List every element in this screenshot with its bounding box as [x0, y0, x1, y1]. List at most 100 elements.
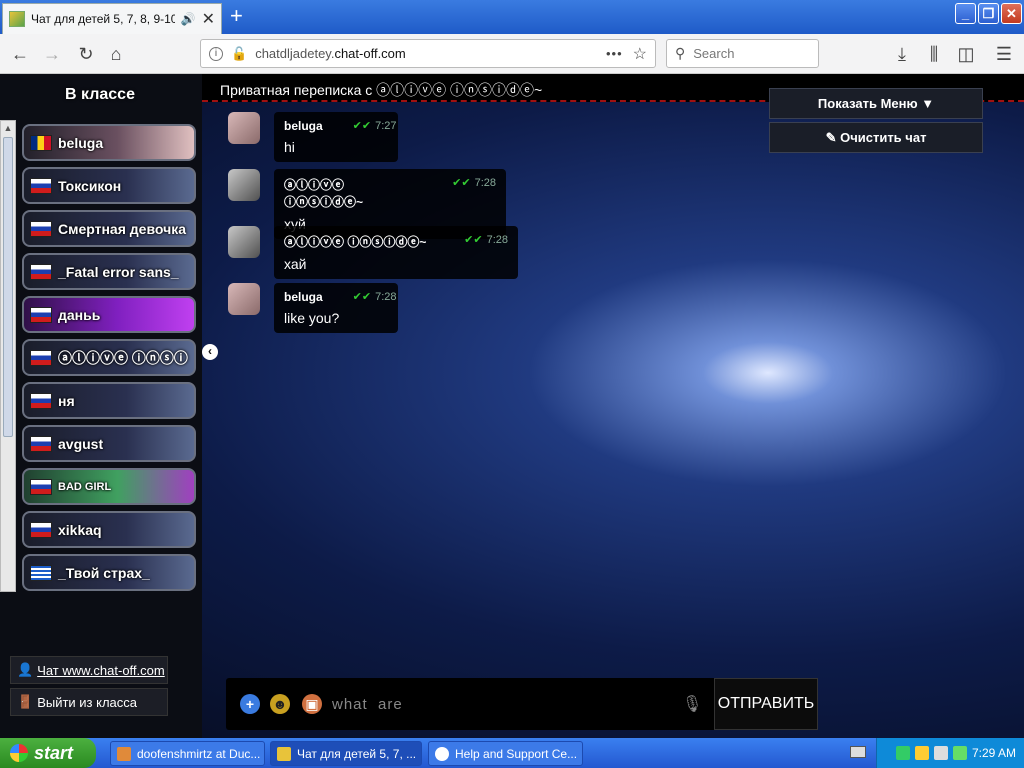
message-bubble: ⓐⓛⓘⓥⓔ ⓘⓝⓢⓘⓓⓔ~ ✔✔ 7:28 хай	[274, 226, 518, 279]
clear-chat-button[interactable]: ✎ Очистить чат	[769, 122, 983, 153]
user-item[interactable]: даньь	[22, 296, 196, 333]
message-text: хай	[284, 256, 307, 272]
page-actions-icon[interactable]: •••	[606, 46, 623, 61]
user-name: Смертная девочка	[58, 220, 186, 237]
user-item[interactable]: beluga	[22, 124, 196, 161]
insecure-lock-icon[interactable]: 🔓	[231, 46, 247, 62]
search-box[interactable]: ⚲ Search	[666, 39, 819, 68]
close-tab-icon[interactable]: ✕	[202, 9, 215, 29]
navigation-toolbar: ← → ↻ ⌂ i 🔓 chatdljadetey.chat-off.com •…	[0, 34, 1024, 74]
os-taskbar: start doofenshmirtz at Duc... Чат для де…	[0, 738, 1024, 768]
user-name: BAD GIRL	[58, 480, 112, 493]
message-text: like you?	[284, 310, 340, 326]
user-item[interactable]: ня	[22, 382, 196, 419]
sidebar-toggle-icon[interactable]: ◫	[954, 42, 978, 66]
message-time-text: 7:28	[474, 177, 496, 189]
user-name: _Fatal error sans_	[58, 263, 179, 280]
downloads-icon[interactable]: ⤓	[890, 42, 914, 66]
taskbar-item[interactable]: doofenshmirtz at Duc...	[110, 741, 265, 766]
emoji-icon[interactable]: ☻	[270, 694, 290, 714]
user-list-scrollbar[interactable]: ▲	[0, 120, 16, 592]
new-tab-icon[interactable]: +	[230, 5, 243, 27]
message-author[interactable]: beluga	[284, 119, 323, 133]
message-time: ✔✔ 7:28	[353, 290, 397, 304]
flag-russia-icon	[30, 435, 52, 452]
show-menu-button[interactable]: Показать Меню ▼	[769, 88, 983, 119]
message-time: ✔✔ 7:28	[464, 233, 508, 250]
attach-plus-icon[interactable]: +	[240, 694, 260, 714]
avatar[interactable]	[228, 112, 260, 144]
back-arrow-icon[interactable]: ←	[8, 42, 32, 66]
site-link[interactable]: 👤 Чат www.chat-off.com	[10, 656, 168, 684]
read-check-icon: ✔✔	[352, 120, 372, 132]
flag-russia-icon	[30, 349, 52, 366]
security-shield-icon[interactable]	[914, 746, 929, 760]
message-input[interactable]	[332, 692, 672, 716]
read-check-icon: ✔✔	[452, 177, 471, 189]
speaker-icon[interactable]: 🔊	[181, 12, 196, 26]
window-close-button[interactable]: ✕	[1001, 3, 1022, 24]
reload-icon[interactable]: ↻	[74, 42, 98, 66]
user-name: beluga	[58, 134, 104, 151]
flag-russia-icon	[30, 263, 52, 280]
taskbar-item-label: doofenshmirtz at Duc...	[137, 746, 261, 761]
sidebar-title: В классе	[65, 86, 135, 103]
start-button[interactable]: start	[0, 738, 96, 768]
message-time: ✔✔ 7:28	[452, 176, 496, 210]
home-icon[interactable]: ⌂	[104, 42, 128, 66]
url-host-prefix: chatdljadetey.	[255, 46, 335, 61]
update-icon[interactable]	[952, 746, 967, 760]
taskbar-item[interactable]: Help and Support Ce...	[428, 741, 583, 766]
scrollbar-thumb[interactable]	[3, 137, 13, 437]
user-item[interactable]: Смертная девочка	[22, 210, 196, 247]
browser-tab-active[interactable]: Чат для детей 5, 7, 8, 9-10, 🔊 ✕	[2, 3, 222, 34]
exit-class-label: Выйти из класса	[37, 694, 138, 710]
avatar[interactable]	[228, 169, 260, 201]
collapse-sidebar-icon[interactable]: ‹	[202, 344, 218, 360]
flag-russia-icon	[30, 306, 52, 323]
network-icon[interactable]	[895, 746, 910, 760]
microphone-icon[interactable]: 🎙	[682, 694, 702, 714]
site-info-icon[interactable]: i	[209, 46, 223, 61]
clear-chat-label: Очистить чат	[840, 130, 927, 145]
bookmark-star-icon[interactable]: ☆	[633, 44, 647, 64]
taskbar-item-label: Чат для детей 5, 7, ...	[297, 746, 417, 761]
user-name: ⓐⓛⓘⓥⓔ ⓘⓝⓢⓘ	[58, 349, 188, 366]
send-button[interactable]: ОТПРАВИТЬ	[714, 678, 818, 730]
user-item-selected[interactable]: ⓐⓛⓘⓥⓔ ⓘⓝⓢⓘ	[22, 339, 196, 376]
avatar[interactable]	[228, 226, 260, 258]
avatar[interactable]	[228, 283, 260, 315]
flag-russia-icon	[30, 478, 52, 495]
message-time-text: 7:27	[375, 120, 397, 132]
library-icon[interactable]: ⫼	[922, 42, 946, 66]
search-icon: ⚲	[675, 45, 686, 61]
chat-title: Приватная переписка с ⓐⓛⓘⓥⓔ ⓘⓝⓢⓘⓓⓔ~	[220, 82, 543, 98]
tools-icon[interactable]	[933, 746, 948, 760]
forward-arrow-icon[interactable]: →	[40, 42, 64, 66]
exit-class-link[interactable]: 🚪 Выйти из класса	[10, 688, 168, 716]
window-maximize-button[interactable]: ❐	[978, 3, 999, 24]
flag-russia-icon	[30, 521, 52, 538]
user-item[interactable]: xikkaq	[22, 511, 196, 548]
user-item[interactable]: BAD GIRL	[22, 468, 196, 505]
taskbar-item-label: Help and Support Ce...	[455, 746, 578, 761]
image-upload-icon[interactable]: ▣	[302, 694, 322, 714]
message-author[interactable]: beluga	[284, 290, 323, 304]
window-minimize-button[interactable]: _	[955, 3, 976, 24]
taskbar-item-active[interactable]: Чат для детей 5, 7, ...	[270, 741, 422, 766]
user-name: Токсикон	[58, 177, 122, 194]
user-item[interactable]: avgust	[22, 425, 196, 462]
user-name: _Твой страх_	[58, 564, 150, 581]
message-bubble: beluga ✔✔ 7:27 hi	[274, 112, 398, 162]
message-author[interactable]: ⓐⓛⓘⓥⓔ ⓘⓝⓢⓘⓓⓔ~	[284, 233, 434, 250]
hamburger-menu-icon[interactable]: ☰	[992, 42, 1016, 66]
message-author[interactable]: ⓐⓛⓘⓥⓔ ⓘⓝⓢⓘⓓⓔ~	[284, 176, 422, 210]
user-item[interactable]: _Fatal error sans_	[22, 253, 196, 290]
user-item[interactable]: _Твой страх_	[22, 554, 196, 591]
scroll-up-icon[interactable]: ▲	[1, 121, 15, 135]
url-bar[interactable]: i 🔓 chatdljadetey.chat-off.com ••• ☆	[200, 39, 656, 68]
user-name: avgust	[58, 435, 104, 452]
url-text[interactable]: chatdljadetey.chat-off.com	[255, 46, 606, 61]
keyboard-icon[interactable]	[850, 746, 866, 758]
user-item[interactable]: Токсикон	[22, 167, 196, 204]
